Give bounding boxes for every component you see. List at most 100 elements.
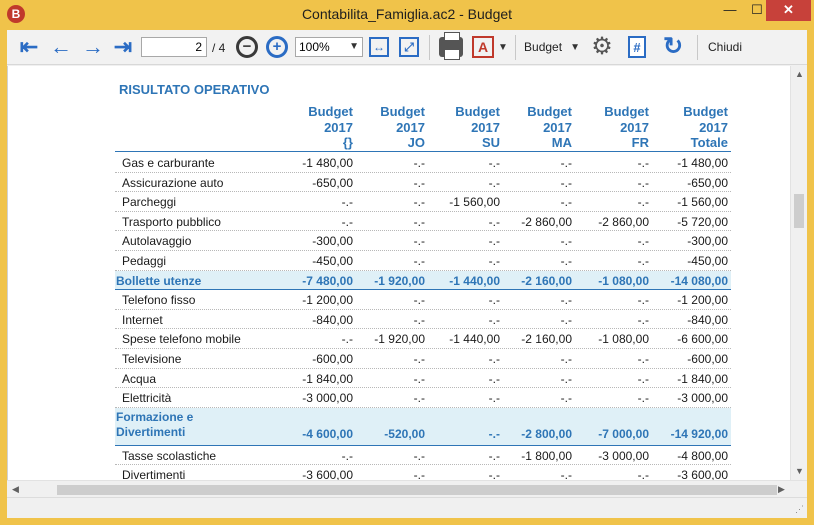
table-cell: -1 440,00	[449, 332, 500, 347]
status-bar: ⋰	[7, 497, 807, 518]
table-cell: -.-	[637, 312, 649, 327]
scroll-right-icon[interactable]: ▶	[773, 481, 790, 498]
prev-page-icon: ←	[50, 34, 72, 59]
table-cell: -1 840,00	[677, 371, 728, 386]
table-cell: -1 480,00	[677, 156, 728, 170]
page-number-input[interactable]: 2	[141, 37, 207, 57]
chevron-down-icon: ▼	[349, 41, 359, 52]
row-label: Elettricità	[122, 391, 171, 405]
close-report-button[interactable]: Chiudi	[705, 35, 745, 59]
row-label: Assicurazione auto	[122, 176, 223, 190]
row-label-line: Trasporto pubblico	[122, 214, 221, 229]
next-page-button[interactable]: →	[81, 35, 105, 59]
table-cell: -.-	[413, 468, 425, 480]
row-label: Internet	[122, 313, 163, 327]
table-cell: -.-	[637, 253, 649, 268]
table-cell: -.-	[413, 214, 425, 229]
table-cell: -.-	[637, 195, 649, 210]
settings-button[interactable]: ⚙	[589, 35, 615, 59]
row-label: Autolavaggio	[122, 234, 191, 248]
minimize-button[interactable]: —	[717, 0, 743, 21]
table-cell: -1 080,00	[598, 273, 649, 288]
close-window-button[interactable]: ✕	[766, 0, 811, 21]
zoom-select[interactable]: 100% ▼	[295, 37, 363, 57]
zoom-in-button[interactable]: +	[265, 35, 289, 59]
table-cell: -2 160,00	[521, 273, 572, 288]
export-dropdown-button[interactable]: ▼	[497, 35, 509, 59]
table-cell: -2 860,00	[598, 214, 649, 229]
row-label: Bollette utenze	[116, 274, 201, 288]
table-cell: -14 920,00	[670, 426, 728, 441]
table-cell: -.-	[413, 175, 425, 190]
chevron-down-icon: ▼	[498, 41, 508, 53]
table-cell: -.-	[637, 175, 649, 190]
table-cell: -.-	[413, 253, 425, 268]
table-cell: -.-	[560, 391, 572, 406]
table-row: Elettricità -3 000,00 -.- -.- -.- -.- -3 000,0…	[115, 388, 731, 408]
refresh-icon: ↻	[662, 33, 684, 60]
horizontal-scroll-thumb[interactable]	[57, 485, 777, 495]
row-label-line: Spese telefono mobile	[122, 332, 241, 347]
report-viewport[interactable]: RISULTATO OPERATIVO Budget 2017{} Budget 20…	[7, 66, 790, 480]
group-total-row: Formazione e Divertimenti -4 600,00 -520,00…	[115, 407, 731, 446]
table-row: Televisione -600,00 -.- -.- -.- -.- -600,00	[115, 349, 731, 369]
column-header: Budget 2017 JO	[353, 104, 425, 151]
budget-dropdown[interactable]: Budget ▼	[522, 35, 582, 59]
row-label-line: Acqua	[122, 371, 157, 386]
table-cell: -1 800,00	[521, 448, 572, 463]
prev-page-button[interactable]: ←	[49, 35, 73, 59]
vertical-scrollbar[interactable]: ▲ ▼	[790, 66, 807, 480]
document-format-button[interactable]: #	[625, 35, 649, 59]
table-cell: -.-	[488, 253, 500, 268]
column-header-line: Budget	[527, 104, 572, 119]
fit-width-button[interactable]: ↔	[367, 35, 391, 59]
app-window: B Contabilita_Famiglia.ac2 - Budget — ☐ …	[0, 0, 814, 525]
table-cell: -1 200,00	[677, 293, 728, 308]
zoom-in-icon: +	[266, 36, 288, 58]
refresh-button[interactable]: ↻	[659, 35, 687, 59]
scroll-down-icon[interactable]: ▼	[791, 463, 808, 480]
row-label-line: Tasse scolastiche	[122, 448, 217, 463]
row-label: Televisione	[122, 352, 181, 366]
table-cell: -.-	[413, 391, 425, 406]
column-header: Budget 2017 SU	[428, 104, 500, 151]
table-cell: -7 000,00	[598, 426, 649, 441]
table-cell: -1 080,00	[598, 332, 649, 347]
table-cell: -.-	[413, 234, 425, 249]
table-row: Pedaggi -450,00 -.- -.- -.- -.- -450,00	[115, 251, 731, 271]
zoom-out-button[interactable]: −	[235, 35, 259, 59]
row-label: Telefono fisso	[122, 293, 195, 307]
vertical-scroll-thumb[interactable]	[794, 194, 804, 228]
first-page-icon: ⇤	[19, 34, 39, 59]
scroll-left-icon[interactable]: ◀	[7, 481, 24, 498]
table-cell: -3 000,00	[598, 448, 649, 463]
row-label-line: Formazione e	[116, 409, 194, 424]
horizontal-scrollbar[interactable]: ◀ ▶	[7, 480, 807, 497]
export-pdf-button[interactable]: A	[470, 35, 496, 59]
fit-page-button[interactable]: ⤢	[397, 35, 421, 59]
group-total-row: Bollette utenze -7 480,00 -1 920,00 -1 440,…	[115, 270, 731, 291]
row-label-line: Autolavaggio	[122, 234, 192, 249]
toolbar: ⇤ ← → ⇥ 2 / 4 − + 100% ▼ ↔ ⤢ A ▼ Budget …	[7, 30, 807, 65]
title-bar: B Contabilita_Famiglia.ac2 - Budget — ☐ …	[0, 0, 814, 30]
table-cell: -.-	[637, 468, 649, 480]
table-cell: -1 840,00	[302, 371, 353, 386]
last-page-button[interactable]: ⇥	[111, 35, 135, 59]
column-header-line: {}	[342, 135, 353, 150]
scroll-up-icon[interactable]: ▲	[791, 66, 808, 83]
budget-label: Budget	[524, 40, 563, 54]
table-cell: -300,00	[312, 234, 353, 249]
print-button[interactable]	[437, 32, 465, 60]
table-cell: -.-	[560, 351, 572, 366]
column-header: Budget 2017 Totale	[656, 104, 728, 151]
table-cell: -14 080,00	[670, 273, 728, 288]
row-label-line: Pedaggi	[122, 253, 167, 268]
table-cell: -.-	[413, 195, 425, 210]
resize-grip-icon[interactable]: ⋰	[795, 504, 804, 515]
table-cell: -1 200,00	[302, 293, 353, 308]
first-page-button[interactable]: ⇤	[17, 35, 41, 59]
table-row: Internet -840,00 -.- -.- -.- -.- -840,00	[115, 310, 731, 330]
table-cell: -450,00	[312, 253, 353, 268]
table-cell: -.-	[341, 214, 353, 229]
table-cell: -.-	[488, 312, 500, 327]
